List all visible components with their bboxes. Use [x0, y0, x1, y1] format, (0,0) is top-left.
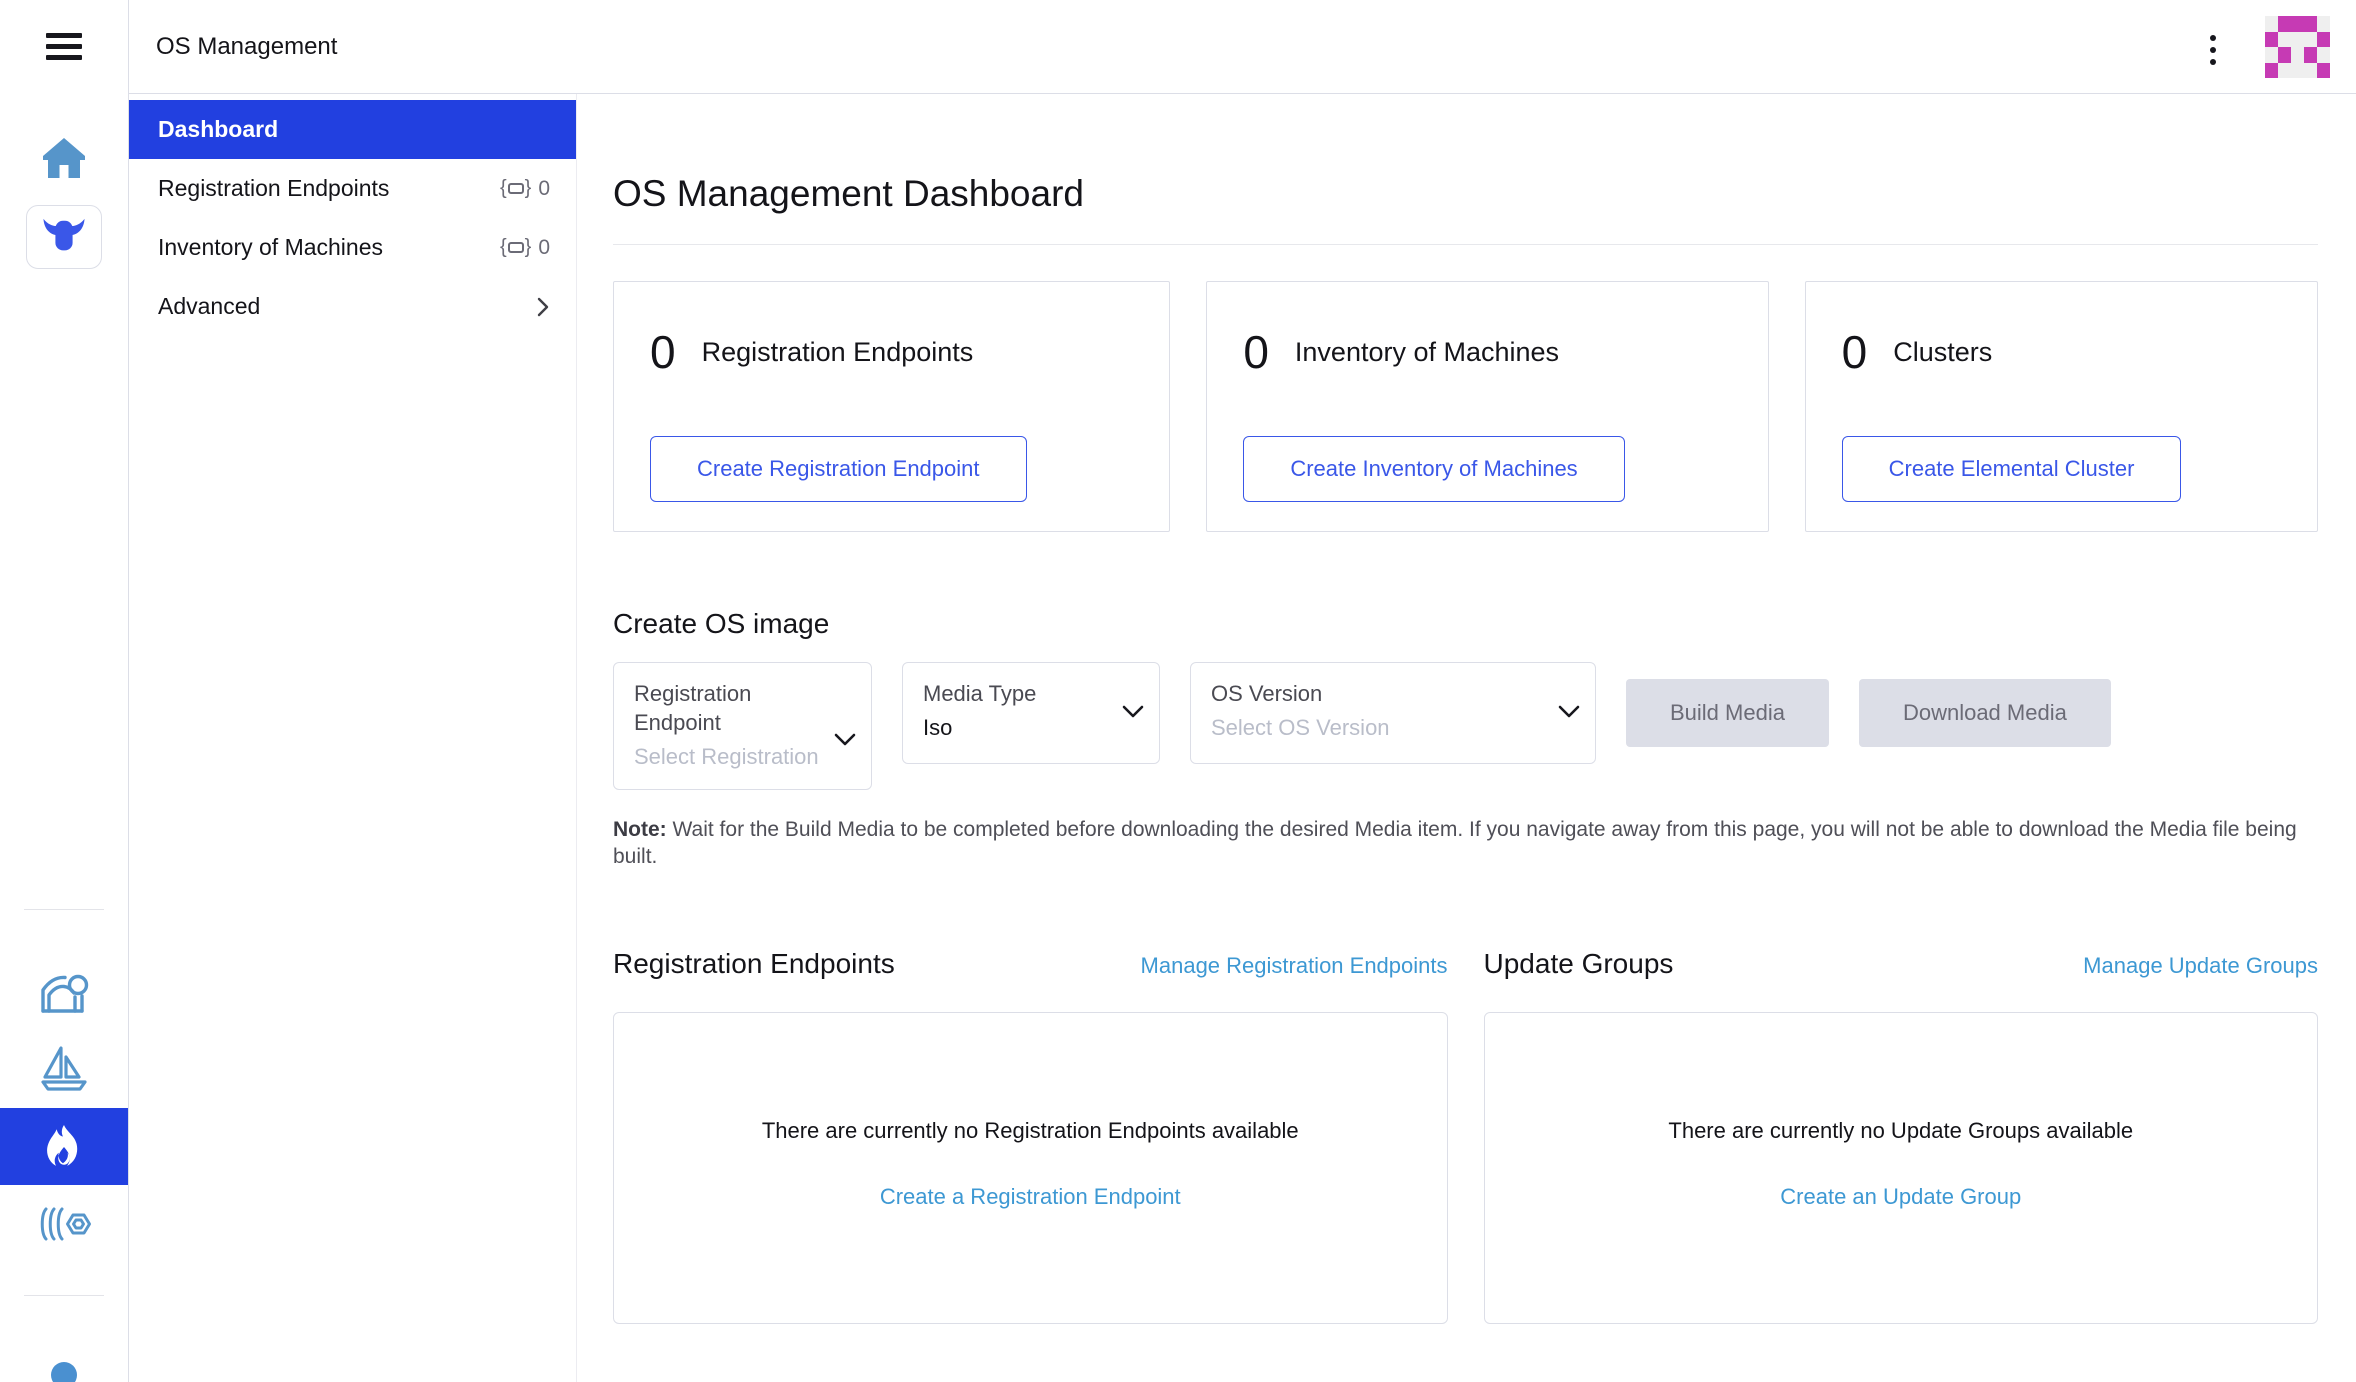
sidebar-nav: Dashboard Registration Endpoints 0 Inven…: [128, 93, 577, 1382]
select-label: OS Version: [1211, 679, 1549, 708]
select-placeholder: Select OS Version: [1211, 713, 1549, 742]
bull-icon: [41, 216, 87, 258]
create-os-image-title: Create OS image: [613, 606, 2318, 642]
registration-endpoints-empty-panel: There are currently no Registration Endp…: [613, 1012, 1448, 1324]
manage-update-groups-link[interactable]: Manage Update Groups: [2083, 953, 2318, 979]
create-an-update-group-link[interactable]: Create an Update Group: [1780, 1184, 2021, 1210]
manage-registration-endpoints-link[interactable]: Manage Registration Endpoints: [1141, 953, 1448, 979]
sailboat-icon: [39, 1043, 89, 1093]
build-media-note: Note: Wait for the Build Media to be com…: [613, 816, 2318, 870]
stat-title: Inventory of Machines: [1295, 328, 1559, 369]
sidebar-item-label: Inventory of Machines: [158, 234, 383, 261]
kebab-icon: [2210, 35, 2216, 41]
sidebar-item-label: Advanced: [158, 293, 260, 320]
update-groups-section: Update Groups Manage Update Groups There…: [1484, 946, 2319, 1324]
section-title: Registration Endpoints: [613, 946, 895, 982]
app-rail: [0, 0, 129, 1382]
count-badge: 0: [500, 177, 550, 201]
flame-icon: [42, 1122, 86, 1172]
app-title: OS Management: [156, 0, 337, 93]
count-value: 0: [538, 177, 550, 201]
stat-count: 0: [1842, 328, 1868, 376]
rail-item-home[interactable]: [0, 133, 128, 183]
title-divider: [613, 244, 2318, 245]
build-media-button[interactable]: Build Media: [1626, 679, 1829, 747]
select-label: Media Type: [923, 679, 1113, 708]
rail-item-cluster-management[interactable]: [0, 1042, 128, 1094]
update-groups-empty-panel: There are currently no Update Groups ava…: [1484, 1012, 2319, 1324]
chevron-down-icon: [1558, 705, 1580, 719]
stat-card-registration-endpoints: 0 Registration Endpoints Create Registra…: [613, 281, 1170, 532]
download-media-button[interactable]: Download Media: [1859, 679, 2111, 747]
stat-card-inventory-of-machines: 0 Inventory of Machines Create Inventory…: [1206, 281, 1768, 532]
rail-item-elemental-app[interactable]: [26, 205, 102, 269]
sidebar-item-advanced[interactable]: Advanced: [128, 277, 576, 336]
os-version-select[interactable]: OS Version Select OS Version: [1190, 662, 1596, 764]
create-elemental-cluster-button[interactable]: Create Elemental Cluster: [1842, 436, 2182, 502]
rail-divider: [24, 909, 104, 910]
hamburger-menu-button[interactable]: [0, 0, 128, 93]
rail-item-virtualization[interactable]: [0, 966, 128, 1018]
top-header: OS Management: [128, 0, 2356, 94]
stat-title: Registration Endpoints: [702, 328, 974, 369]
page-title: OS Management Dashboard: [613, 172, 2318, 216]
rail-divider: [24, 1295, 104, 1296]
stat-card-clusters: 0 Clusters Create Elemental Cluster: [1805, 281, 2318, 532]
note-label: Note:: [613, 818, 667, 841]
bottom-sections: Registration Endpoints Manage Registrati…: [613, 946, 2318, 1324]
rail-item-user[interactable]: [0, 1362, 128, 1382]
kebab-menu-button[interactable]: [2206, 31, 2220, 69]
sidebar-item-inventory-of-machines[interactable]: Inventory of Machines 0: [128, 218, 576, 277]
stat-count: 0: [650, 328, 676, 376]
sidebar-item-label: Dashboard: [158, 116, 278, 143]
sidebar-item-registration-endpoints[interactable]: Registration Endpoints 0: [128, 159, 576, 218]
avatar[interactable]: [2265, 16, 2330, 78]
count-badge-icon: [500, 177, 531, 200]
stat-title: Clusters: [1893, 328, 1992, 369]
select-label: Registration Endpoint: [634, 679, 825, 737]
create-inventory-of-machines-button[interactable]: Create Inventory of Machines: [1243, 436, 1624, 502]
barn-icon: [37, 969, 91, 1015]
main-content: OS Management Dashboard 0 Registration E…: [577, 93, 2356, 1382]
hamburger-icon: [46, 33, 82, 60]
chevron-right-icon: [536, 296, 550, 318]
select-value: Iso: [923, 713, 1113, 742]
sidebar-item-label: Registration Endpoints: [158, 175, 389, 202]
empty-message: There are currently no Registration Endp…: [614, 1118, 1447, 1144]
registration-endpoint-select[interactable]: Registration Endpoint Select Registratio…: [613, 662, 872, 790]
select-placeholder: Select Registration Endpoint: [634, 742, 825, 771]
count-badge: 0: [500, 236, 550, 260]
chevron-down-icon: [1122, 705, 1144, 719]
create-os-image-row: Registration Endpoint Select Registratio…: [613, 662, 2318, 790]
media-type-select[interactable]: Media Type Iso: [902, 662, 1160, 764]
home-icon: [41, 136, 87, 180]
rail-item-extensions[interactable]: [0, 1198, 128, 1250]
stat-count: 0: [1243, 328, 1269, 376]
stat-cards-row: 0 Registration Endpoints Create Registra…: [613, 281, 2318, 532]
section-title: Update Groups: [1484, 946, 1674, 982]
rail-item-os-management-active[interactable]: [0, 1108, 128, 1185]
count-value: 0: [538, 236, 550, 260]
count-badge-icon: [500, 236, 531, 259]
note-text: Wait for the Build Media to be completed…: [613, 818, 2297, 868]
empty-message: There are currently no Update Groups ava…: [1485, 1118, 2318, 1144]
os-management-app: OS Management Dashboard Registration End…: [0, 0, 2356, 1382]
create-a-registration-endpoint-link[interactable]: Create a Registration Endpoint: [880, 1184, 1181, 1210]
user-dot-icon: [51, 1362, 77, 1382]
create-registration-endpoint-button[interactable]: Create Registration Endpoint: [650, 436, 1027, 502]
sidebar-item-dashboard[interactable]: Dashboard: [128, 100, 576, 159]
chevron-down-icon: [834, 733, 856, 747]
wheat-hexagon-icon: [35, 1206, 93, 1242]
registration-endpoints-section: Registration Endpoints Manage Registrati…: [613, 946, 1448, 1324]
